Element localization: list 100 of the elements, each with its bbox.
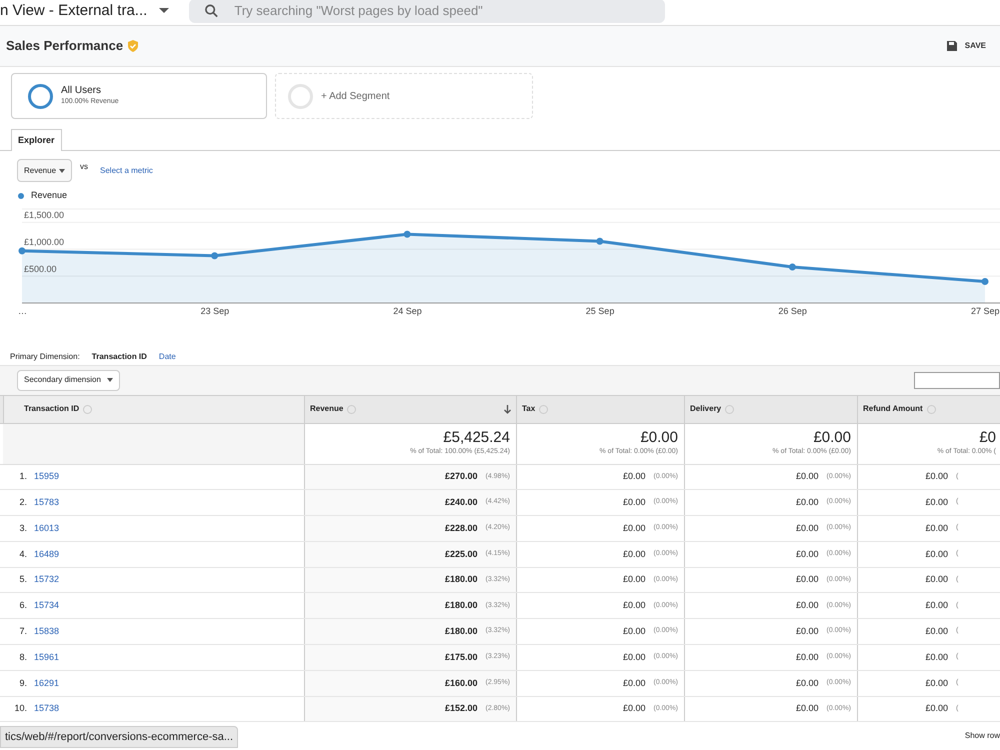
data-point — [596, 237, 604, 244]
value-text: £0.00 — [796, 548, 818, 561]
search-field[interactable]: Try searching "Worst pages by load speed" — [234, 0, 650, 20]
caret-icon — [107, 378, 113, 382]
help-icon — [83, 404, 92, 414]
add-segment-button[interactable]: + Add Segment — [275, 73, 533, 119]
verified-badge-icon — [127, 40, 140, 52]
x-tick-label: 25 Sep — [586, 306, 614, 316]
value-text: £0.00 — [796, 624, 818, 638]
vs-label: vs — [80, 160, 88, 172]
dimension-option[interactable]: Transaction ID — [92, 350, 147, 362]
search-icon — [205, 4, 218, 18]
value-text: £0.00 — [622, 624, 646, 638]
value-text: £0.00 — [796, 702, 818, 716]
column-header[interactable]: Tax — [517, 396, 685, 422]
help-icon — [347, 404, 356, 414]
row-index: 6. — [18, 599, 27, 612]
value-text: £240.00 — [444, 496, 478, 509]
row-index: 7. — [18, 624, 27, 638]
value-text: £0.00 — [622, 496, 646, 509]
caret-icon[interactable] — [159, 8, 170, 14]
value-text: £0.00 — [796, 470, 818, 484]
select-metric-link[interactable]: Select a metric — [100, 164, 153, 176]
row-index: 2. — [18, 496, 27, 509]
row-index: 10. — [13, 702, 27, 716]
column-header[interactable]: Transaction ID — [3, 396, 305, 422]
y-tick-label: £500.00 — [24, 264, 57, 274]
search-bar[interactable]: Try searching "Worst pages by load speed" — [189, 0, 666, 22]
transaction-id-link[interactable]: 15732 — [34, 573, 60, 587]
transaction-id-link[interactable]: 15783 — [34, 496, 60, 510]
value-text: £180.00 — [444, 573, 478, 586]
metric-dropdown[interactable]: Revenue — [17, 159, 72, 182]
transaction-id-link[interactable]: 15838 — [34, 624, 60, 638]
value-text: £175.00 — [444, 650, 478, 664]
report-title: Sales Performance — [6, 37, 124, 56]
y-tick-label: £1,500.00 — [24, 210, 64, 220]
row-index: 3. — [18, 522, 27, 535]
column-header[interactable]: Revenue — [305, 396, 517, 422]
value-text: £0.00 — [925, 624, 948, 638]
dimension-option[interactable]: Date — [158, 350, 176, 362]
x-tick-label: … — [18, 306, 27, 316]
sort-down-arrow-icon — [504, 404, 511, 414]
y-tick-label: £1,000.00 — [24, 238, 64, 247]
column-header[interactable]: Delivery — [685, 396, 858, 422]
transaction-id-link[interactable]: 16013 — [34, 522, 60, 536]
value-text: £0.00 — [796, 496, 818, 509]
value-text: £0.00 — [796, 522, 818, 535]
transaction-id-link[interactable]: 16489 — [34, 548, 60, 562]
row-index: 9. — [18, 676, 27, 690]
legend-marker-icon — [18, 192, 24, 199]
value-text: £160.00 — [444, 676, 478, 690]
view-title[interactable]: n View - External tra... — [0, 3, 148, 18]
x-tick-label: 24 Sep — [393, 306, 422, 316]
value-text: £0.00 — [622, 599, 646, 612]
table-search-field[interactable] — [914, 372, 1000, 388]
value-text: £180.00 — [444, 599, 478, 612]
value-text: £0.00 — [925, 573, 948, 586]
data-point — [211, 252, 218, 259]
transaction-id-link[interactable]: 15961 — [34, 650, 60, 664]
value-text: £152.00 — [444, 702, 478, 716]
value-text: £0.00 — [622, 522, 646, 535]
tab[interactable]: Explorer — [11, 129, 62, 151]
value-text: £0.00 — [796, 573, 818, 586]
value-text: £0.00 — [622, 470, 646, 484]
row-index: 4. — [18, 548, 27, 561]
value-text: £0.00 — [925, 470, 948, 484]
primary-dimension-label: Primary Dimension: — [10, 350, 80, 362]
caret-icon — [59, 168, 65, 172]
column-header[interactable]: Refund Amount — [858, 396, 1000, 422]
value-text: £0.00 — [925, 522, 948, 535]
segment-name: All Users — [61, 84, 102, 97]
segment-ring-icon — [28, 84, 53, 108]
value-text: £228.00 — [444, 522, 478, 535]
row-index: 5. — [18, 573, 27, 586]
x-tick-label: 23 Sep — [200, 306, 230, 316]
segment-ring-icon — [288, 84, 313, 108]
value-text: £0.00 — [925, 496, 948, 509]
legend-label: Revenue — [31, 189, 68, 202]
value-text: £0.00 — [622, 702, 646, 716]
save-button[interactable]: SAVE — [946, 40, 986, 52]
value-text: £0.00 — [925, 650, 948, 664]
help-icon — [539, 404, 548, 414]
show-rows-label: Show row — [964, 730, 1000, 742]
value-text: £0.00 — [622, 573, 646, 586]
value-text: £0.00 — [622, 650, 646, 664]
data-point — [982, 278, 988, 285]
value-text: £0.00 — [796, 650, 818, 664]
value-text: £0.00 — [796, 676, 818, 690]
secondary-dimension-dropdown[interactable]: Secondary dimension — [17, 370, 120, 390]
transaction-id-link[interactable]: 15734 — [34, 599, 60, 613]
value-text: £0.00 — [622, 676, 646, 690]
value-text: £225.00 — [444, 548, 478, 561]
transaction-id-link[interactable]: 15738 — [34, 702, 60, 716]
x-tick-label: 27 Sep — [971, 306, 1000, 316]
row-index: 8. — [18, 650, 27, 664]
transaction-id-link[interactable]: 16291 — [34, 676, 60, 690]
status-url: tics/web/#/report/conversions-ecommerce-sa... — [0, 726, 238, 748]
value-text: £0.00 — [925, 599, 948, 612]
transaction-id-link[interactable]: 15959 — [34, 470, 60, 484]
data-point — [404, 230, 411, 238]
